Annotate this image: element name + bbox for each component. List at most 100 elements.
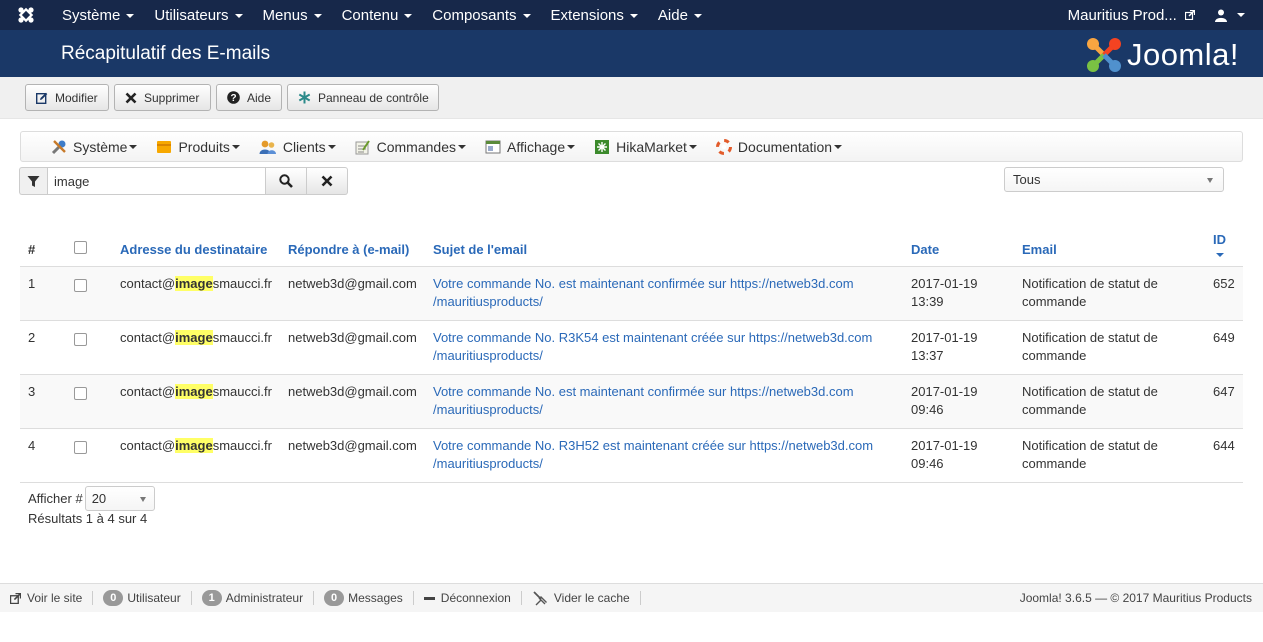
menu-system[interactable]: Système xyxy=(52,7,144,24)
row-subject-link[interactable]: Votre commande No. R3K54 est maintenant … xyxy=(425,320,903,375)
emails-table: # Adresse du destinataire Répondre à (e-… xyxy=(20,213,1243,483)
hikashop-menu: Système Produits Clients Commandes Affic… xyxy=(20,131,1243,162)
chevron-down-icon xyxy=(327,144,336,149)
date-line-2: 09:46 xyxy=(911,455,944,471)
hika-menu-products[interactable]: Produits xyxy=(156,139,240,155)
joomla-logo-icon[interactable] xyxy=(0,0,52,30)
delete-button[interactable]: Supprimer xyxy=(114,84,211,111)
hika-menu-system-label: Système xyxy=(73,138,128,155)
row-checkbox[interactable] xyxy=(74,440,87,454)
col-recipient-header[interactable]: Adresse du destinataire xyxy=(112,213,280,267)
row-id: 652 xyxy=(1205,266,1243,321)
chevron-down-icon xyxy=(458,144,466,149)
help-button[interactable]: ? Aide xyxy=(216,84,282,111)
select-all-checkbox[interactable] xyxy=(74,240,87,254)
chevron-down-icon xyxy=(234,13,243,18)
chevron-down-icon xyxy=(1207,178,1213,183)
recipient-pre: contact@ xyxy=(120,383,176,399)
chevron-down-icon xyxy=(1237,13,1245,17)
col-replyto-header[interactable]: Répondre à (e-mail) xyxy=(280,213,425,267)
menu-extensions[interactable]: Extensions xyxy=(541,7,648,24)
page-title: Récapitulatif des E-mails xyxy=(61,43,271,64)
col-email-header[interactable]: Email xyxy=(1014,213,1205,267)
view-site-link[interactable]: Voir le site xyxy=(0,591,94,605)
table-row: 3 contact@imagesmaucci.fr netweb3d@gmail… xyxy=(20,374,1243,429)
users-online[interactable]: 0 Utilisateur xyxy=(93,590,192,606)
chevron-down-icon xyxy=(126,13,135,18)
row-email-type: Notification de statut de commande xyxy=(1014,320,1205,375)
row-checkbox[interactable] xyxy=(74,332,87,346)
hikamarket-icon xyxy=(594,139,610,155)
hika-menu-orders-label: Commandes xyxy=(376,138,456,155)
menu-help[interactable]: Aide xyxy=(648,7,712,24)
messages-badge: 0 xyxy=(324,590,345,606)
row-reply-to: netweb3d@gmail.com xyxy=(280,374,425,429)
menu-users[interactable]: Utilisateurs xyxy=(144,7,252,24)
subject-line-1: Votre commande No. est maintenant confir… xyxy=(433,383,854,399)
filter-icon xyxy=(27,175,40,187)
hika-menu-system[interactable]: Système xyxy=(51,138,138,155)
recipient-pre: contact@ xyxy=(120,275,176,291)
edit-button[interactable]: Modifier xyxy=(25,84,109,111)
hika-menu-customers-label: Clients xyxy=(282,138,326,155)
top-navbar: Système Utilisateurs Menus Contenu Compo… xyxy=(0,0,1263,30)
limit-value: 20 xyxy=(91,491,107,506)
menu-content[interactable]: Contenu xyxy=(332,7,423,24)
site-link[interactable]: Mauritius Prod... xyxy=(1068,7,1215,24)
status-filter-select[interactable]: Tous xyxy=(1004,167,1224,192)
col-subject-header[interactable]: Sujet de l'email xyxy=(425,213,903,267)
row-checkbox[interactable] xyxy=(74,386,87,400)
menu-menus[interactable]: Menus xyxy=(253,7,332,24)
chevron-down-icon xyxy=(629,13,638,18)
date-line-2: 13:39 xyxy=(911,293,944,309)
hika-menu-customers[interactable]: Clients xyxy=(259,139,336,155)
col-date-header[interactable]: Date xyxy=(903,213,1014,267)
hika-menu-hikamarket-label: HikaMarket xyxy=(616,138,687,155)
messages-link[interactable]: 0 Messages xyxy=(314,590,414,606)
search-input[interactable] xyxy=(47,167,266,195)
products-icon xyxy=(156,139,172,155)
row-email-type: Notification de statut de commande xyxy=(1014,374,1205,429)
chevron-down-icon xyxy=(129,144,138,149)
help-label: Aide xyxy=(247,90,272,105)
search-button[interactable] xyxy=(266,167,307,195)
hika-menu-hikamarket[interactable]: HikaMarket xyxy=(594,139,697,155)
hika-menu-orders[interactable]: Commandes xyxy=(355,139,466,155)
row-reply-to: netweb3d@gmail.com xyxy=(280,320,425,375)
chevron-down-icon xyxy=(693,13,702,18)
row-subject-link[interactable]: Votre commande No. est maintenant confir… xyxy=(425,266,903,321)
control-panel-button[interactable]: Panneau de contrôle xyxy=(287,84,439,111)
limit-select[interactable]: 20 xyxy=(84,486,155,511)
hika-menu-display[interactable]: Affichage xyxy=(485,139,576,155)
display-icon xyxy=(485,139,501,155)
hika-menu-documentation[interactable]: Documentation xyxy=(715,138,843,155)
admins-online[interactable]: 1 Administrateur xyxy=(192,590,315,606)
menu-system-label: Système xyxy=(62,6,121,24)
user-menu[interactable] xyxy=(1215,9,1263,22)
menu-components-label: Composants xyxy=(432,6,517,24)
menu-components[interactable]: Composants xyxy=(422,7,540,24)
hika-menu-documentation-label: Documentation xyxy=(737,138,833,155)
row-subject-link[interactable]: Votre commande No. est maintenant confir… xyxy=(425,374,903,429)
chevron-down-icon xyxy=(231,144,240,149)
col-num-header: # xyxy=(20,213,66,267)
row-subject-link[interactable]: Votre commande No. R3H52 est maintenant … xyxy=(425,428,903,483)
filter-button[interactable] xyxy=(19,167,47,195)
table-row: 4 contact@imagesmaucci.fr netweb3d@gmail… xyxy=(20,428,1243,483)
row-recipient: contact@imagesmaucci.fr xyxy=(112,320,280,375)
subject-line-1: Votre commande No. R3H52 est maintenant … xyxy=(433,437,874,453)
col-id-header[interactable]: ID xyxy=(1205,213,1243,267)
joomla-brand: Joomla! xyxy=(1085,36,1239,74)
view-site-label: Voir le site xyxy=(27,591,83,605)
row-checkbox[interactable] xyxy=(74,278,87,292)
clear-cache-link[interactable]: Vider le cache xyxy=(522,591,641,606)
joomla-brand-logo-icon xyxy=(1086,38,1121,72)
logout-link[interactable]: Déconnexion xyxy=(414,591,522,605)
recipient-post: smaucci.fr xyxy=(212,275,272,291)
row-recipient: contact@imagesmaucci.fr xyxy=(112,374,280,429)
brand-wordmark: Joomla! xyxy=(1126,37,1239,72)
row-check-cell xyxy=(66,374,112,429)
clear-cache-label: Vider le cache xyxy=(553,591,630,605)
clear-search-button[interactable] xyxy=(307,167,348,195)
date-line-1: 2017-01-19 xyxy=(911,383,978,399)
